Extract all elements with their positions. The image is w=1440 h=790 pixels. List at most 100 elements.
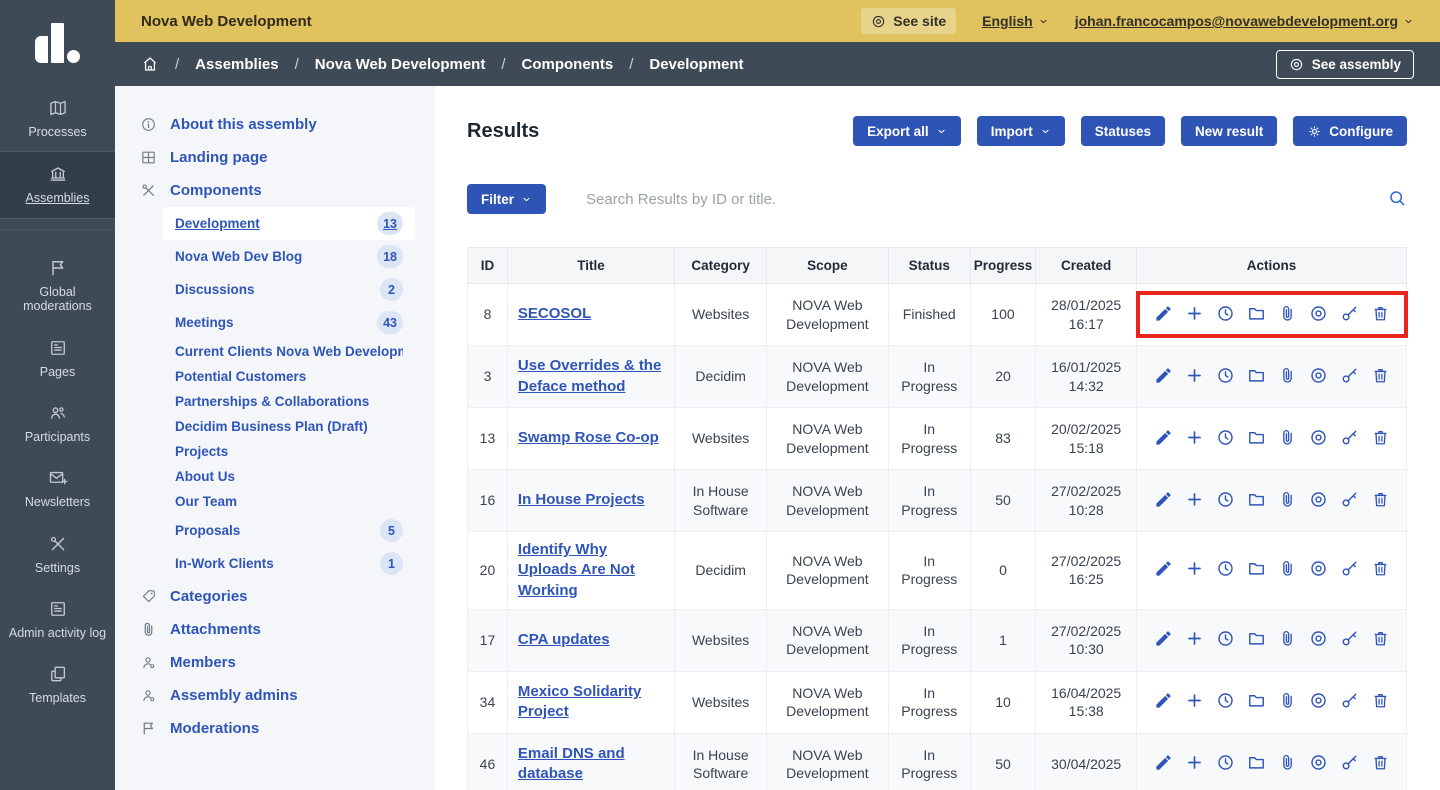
folder-button[interactable] [1247, 629, 1266, 651]
import-button[interactable]: Import [977, 116, 1065, 146]
attachments-button[interactable] [1278, 490, 1297, 512]
new-button[interactable] [1185, 691, 1204, 713]
delete-button[interactable] [1371, 691, 1390, 713]
permissions-button[interactable] [1340, 428, 1359, 450]
preview-button[interactable] [1309, 304, 1328, 326]
edit-button[interactable] [1154, 490, 1173, 512]
subnav-subitem-in-work-clients[interactable]: In-Work Clients1 [163, 547, 415, 580]
result-title-link[interactable]: Swamp Rose Co-op [518, 429, 659, 446]
subnav-item-landing-page[interactable]: Landing page [115, 141, 435, 174]
new-button[interactable] [1185, 428, 1204, 450]
delete-button[interactable] [1371, 629, 1390, 651]
timeline-button[interactable] [1216, 490, 1235, 512]
filter-button[interactable]: Filter [467, 184, 546, 214]
folder-button[interactable] [1247, 304, 1266, 326]
delete-button[interactable] [1371, 753, 1390, 775]
sidebar-item-processes[interactable]: Processes [0, 86, 115, 151]
statuses-button[interactable]: Statuses [1081, 116, 1165, 146]
subnav-subitem-development[interactable]: Development13 [163, 207, 415, 240]
edit-button[interactable] [1154, 629, 1173, 651]
sidebar-item-pages[interactable]: Pages [0, 326, 115, 391]
attachments-button[interactable] [1278, 559, 1297, 581]
sidebar-item-admin-activity-log[interactable]: Admin activity log [0, 587, 115, 652]
new-button[interactable] [1185, 304, 1204, 326]
edit-button[interactable] [1154, 304, 1173, 326]
permissions-button[interactable] [1340, 559, 1359, 581]
breadcrumb-item-development[interactable]: Development [649, 56, 743, 73]
sidebar-item-assemblies[interactable]: Assemblies [0, 151, 115, 218]
permissions-button[interactable] [1340, 753, 1359, 775]
result-title-link[interactable]: SECOSOL [518, 305, 591, 322]
sidebar-item-settings[interactable]: Settings [0, 522, 115, 587]
subnav-subitem-potential-customers[interactable]: Potential Customers [163, 364, 415, 389]
timeline-button[interactable] [1216, 691, 1235, 713]
subnav-item-about-this-assembly[interactable]: About this assembly [115, 108, 435, 141]
subnav-item-components[interactable]: Components [115, 174, 435, 207]
folder-button[interactable] [1247, 490, 1266, 512]
delete-button[interactable] [1371, 559, 1390, 581]
user-menu[interactable]: johan.francocampos@novawebdevelopment.or… [1075, 13, 1414, 29]
new-button[interactable] [1185, 366, 1204, 388]
attachments-button[interactable] [1278, 304, 1297, 326]
folder-button[interactable] [1247, 691, 1266, 713]
organization-title[interactable]: Nova Web Development [141, 13, 312, 30]
result-title-link[interactable]: Use Overrides & the Deface method [518, 357, 661, 394]
export-all-button[interactable]: Export all [853, 116, 961, 146]
permissions-button[interactable] [1340, 691, 1359, 713]
permissions-button[interactable] [1340, 304, 1359, 326]
timeline-button[interactable] [1216, 366, 1235, 388]
preview-button[interactable] [1309, 490, 1328, 512]
result-title-link[interactable]: Identify Why Uploads Are Not Working [518, 541, 635, 599]
see-site-link[interactable]: See site [861, 8, 956, 34]
edit-button[interactable] [1154, 428, 1173, 450]
timeline-button[interactable] [1216, 753, 1235, 775]
edit-button[interactable] [1154, 559, 1173, 581]
delete-button[interactable] [1371, 304, 1390, 326]
see-assembly-button[interactable]: See assembly [1276, 50, 1414, 79]
new-button[interactable] [1185, 490, 1204, 512]
edit-button[interactable] [1154, 753, 1173, 775]
preview-button[interactable] [1309, 629, 1328, 651]
subnav-subitem-meetings[interactable]: Meetings43 [163, 306, 415, 339]
subnav-subitem-discussions[interactable]: Discussions2 [163, 273, 415, 306]
preview-button[interactable] [1309, 691, 1328, 713]
sidebar-item-newsletters[interactable]: Newsletters [0, 456, 115, 521]
subnav-subitem-decidim-business-plan-draft[interactable]: Decidim Business Plan (Draft) [163, 414, 415, 439]
new-button[interactable] [1185, 753, 1204, 775]
subnav-subitem-about-us[interactable]: About Us [163, 464, 415, 489]
subnav-subitem-partnerships-collaborations[interactable]: Partnerships & Collaborations [163, 389, 415, 414]
folder-button[interactable] [1247, 753, 1266, 775]
new-result-button[interactable]: New result [1181, 116, 1277, 146]
timeline-button[interactable] [1216, 559, 1235, 581]
preview-button[interactable] [1309, 366, 1328, 388]
result-title-link[interactable]: CPA updates [518, 631, 610, 648]
timeline-button[interactable] [1216, 304, 1235, 326]
subnav-subitem-nova-web-dev-blog[interactable]: Nova Web Dev Blog18 [163, 240, 415, 273]
attachments-button[interactable] [1278, 629, 1297, 651]
subnav-subitem-projects[interactable]: Projects [163, 439, 415, 464]
language-selector[interactable]: English [982, 13, 1049, 29]
edit-button[interactable] [1154, 366, 1173, 388]
configure-button[interactable]: Configure [1293, 116, 1407, 146]
permissions-button[interactable] [1340, 629, 1359, 651]
decidim-logo[interactable] [0, 0, 115, 86]
timeline-button[interactable] [1216, 629, 1235, 651]
folder-button[interactable] [1247, 428, 1266, 450]
subnav-subitem-our-team[interactable]: Our Team [163, 489, 415, 514]
preview-button[interactable] [1309, 559, 1328, 581]
permissions-button[interactable] [1340, 490, 1359, 512]
sidebar-item-global-moderations[interactable]: Global moderations [0, 246, 115, 326]
attachments-button[interactable] [1278, 753, 1297, 775]
edit-button[interactable] [1154, 691, 1173, 713]
preview-button[interactable] [1309, 753, 1328, 775]
result-title-link[interactable]: Mexico Solidarity Project [518, 683, 641, 720]
breadcrumb-item-assemblies[interactable]: Assemblies [195, 56, 278, 73]
delete-button[interactable] [1371, 366, 1390, 388]
search-input[interactable] [568, 191, 1387, 208]
breadcrumb-item-nova-web-development[interactable]: Nova Web Development [315, 56, 486, 73]
timeline-button[interactable] [1216, 428, 1235, 450]
attachments-button[interactable] [1278, 366, 1297, 388]
subnav-item-categories[interactable]: Categories [115, 580, 435, 613]
subnav-subitem-current-clients-nova-web-development[interactable]: Current Clients Nova Web Development [163, 339, 415, 364]
subnav-item-assembly-admins[interactable]: Assembly admins [115, 679, 435, 712]
